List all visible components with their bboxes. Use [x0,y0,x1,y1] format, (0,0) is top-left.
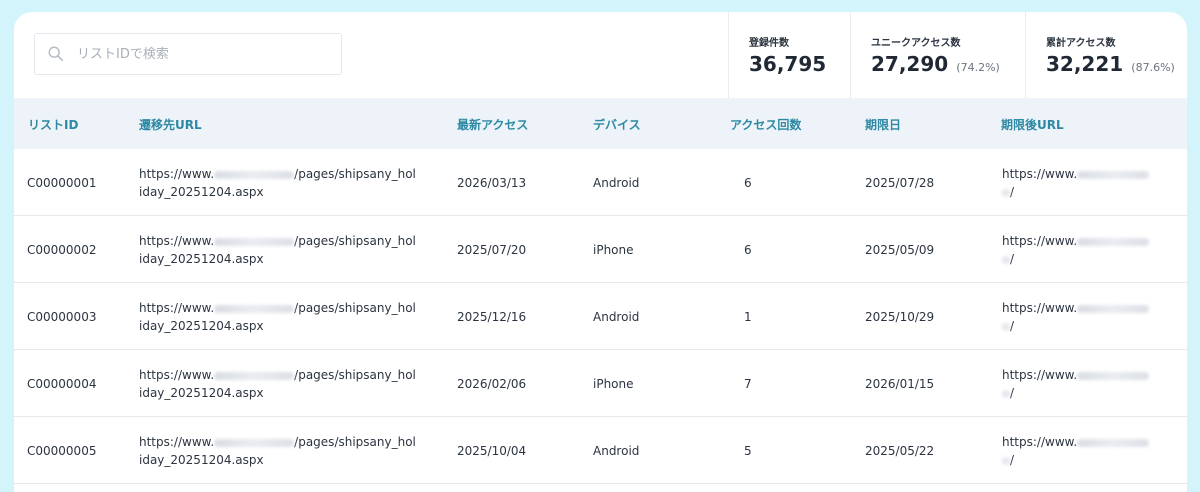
column-header-device[interactable]: デバイス [593,116,641,133]
cell-url[interactable]: https://www./pages/shipsany_hol iday_2025… [139,165,439,201]
table-row[interactable]: C00000001 https://www./pages/shipsany_ho… [14,149,1187,216]
table-row[interactable]: C00000002 https://www./pages/shipsany_ho… [14,216,1187,283]
cell-access-count: 6 [744,176,752,190]
stat-number: 32,221 [1046,52,1124,76]
cell-expiry: 2025/10/29 [865,310,935,324]
cell-latest-access: 2026/03/13 [457,176,527,190]
top-bar: 登録件数 36,795 ユニークアクセス数 27,290 (74.2%) 累計ア… [14,12,1187,98]
cell-list-id: C00000005 [27,444,97,458]
redacted-domain [214,438,295,447]
cell-latest-access: 2025/07/20 [457,243,527,257]
cell-access-count: 7 [744,377,752,391]
table-row[interactable]: C00000004 https://www./pages/shipsany_ho… [14,350,1187,417]
column-header-url[interactable]: 遷移先URL [139,116,202,133]
stat-label: 登録件数 [749,38,789,49]
cell-device: Android [593,176,640,190]
table-header: リストID 遷移先URL 最新アクセス デバイス アクセス回数 期限日 期限後U… [14,98,1187,149]
cell-after-url[interactable]: https://www. / [1002,232,1182,268]
column-header-list-id[interactable]: リストID [28,116,78,133]
cell-expiry: 2026/01/15 [865,377,935,391]
redacted-domain [1002,456,1010,465]
stat-percent: (87.6%) [1131,61,1175,74]
cell-latest-access: 2025/12/16 [457,310,527,324]
redacted-domain [214,170,295,179]
cell-latest-access: 2025/10/04 [457,444,527,458]
cell-expiry: 2025/05/22 [865,444,935,458]
cell-after-url[interactable]: https://www. / [1002,433,1182,469]
cell-access-count: 5 [744,444,752,458]
cell-url[interactable]: https://www./pages/shipsany_hol iday_2025… [139,366,439,402]
redacted-domain [214,237,295,246]
cell-expiry: 2025/07/28 [865,176,935,190]
cell-list-id: C00000004 [27,377,97,391]
cell-url[interactable]: https://www./pages/shipsany_hol iday_2025… [139,433,439,469]
column-header-expiry[interactable]: 期限日 [865,116,901,133]
table-row[interactable]: C00000005 https://www./pages/shipsany_ho… [14,417,1187,484]
redacted-domain [1002,188,1010,197]
redacted-domain [1077,304,1150,313]
cell-after-url[interactable]: https://www. / [1002,366,1182,402]
redacted-domain [1002,322,1010,331]
redacted-domain [214,371,295,380]
column-header-latest-access[interactable]: 最新アクセス [457,116,528,133]
stat-total-access: 累計アクセス数 32,221 (87.6%) [1025,12,1187,98]
column-header-after-url[interactable]: 期限後URL [1001,116,1064,133]
stat-percent: (74.2%) [956,61,1000,74]
cell-access-count: 1 [744,310,752,324]
search-box[interactable] [34,33,342,75]
stat-registered: 登録件数 36,795 [728,12,850,98]
cell-url[interactable]: https://www./pages/shipsany_hol iday_2025… [139,232,439,268]
redacted-domain [1077,237,1150,246]
cell-device: Android [593,310,640,324]
redacted-domain [1002,389,1010,398]
cell-latest-access: 2026/02/06 [457,377,527,391]
cell-url[interactable]: https://www./pages/shipsany_hol iday_2025… [139,299,439,335]
cell-device: iPhone [593,243,634,257]
cell-expiry: 2025/05/09 [865,243,935,257]
stat-number: 27,290 [871,52,949,76]
table-row[interactable]: C00000003 https://www./pages/shipsany_ho… [14,283,1187,350]
cell-list-id: C00000003 [27,310,97,324]
cell-access-count: 6 [744,243,752,257]
cell-device: Android [593,444,640,458]
cell-list-id: C00000002 [27,243,97,257]
stat-unique-access: ユニークアクセス数 27,290 (74.2%) [850,12,1025,98]
cell-list-id: C00000001 [27,176,97,190]
cell-after-url[interactable]: https://www. / [1002,165,1182,201]
stat-number: 36,795 [749,52,827,76]
stat-label: ユニークアクセス数 [871,38,961,49]
redacted-domain [1077,170,1150,179]
redacted-domain [214,304,295,313]
column-header-access-count[interactable]: アクセス回数 [730,116,801,133]
redacted-domain [1077,438,1150,447]
main-card: 登録件数 36,795 ユニークアクセス数 27,290 (74.2%) 累計ア… [14,12,1187,492]
stat-label: 累計アクセス数 [1046,38,1116,49]
redacted-domain [1077,371,1150,380]
search-icon [48,46,64,62]
redacted-domain [1002,255,1010,264]
cell-device: iPhone [593,377,634,391]
search-input[interactable] [77,34,337,74]
cell-after-url[interactable]: https://www. / [1002,299,1182,335]
